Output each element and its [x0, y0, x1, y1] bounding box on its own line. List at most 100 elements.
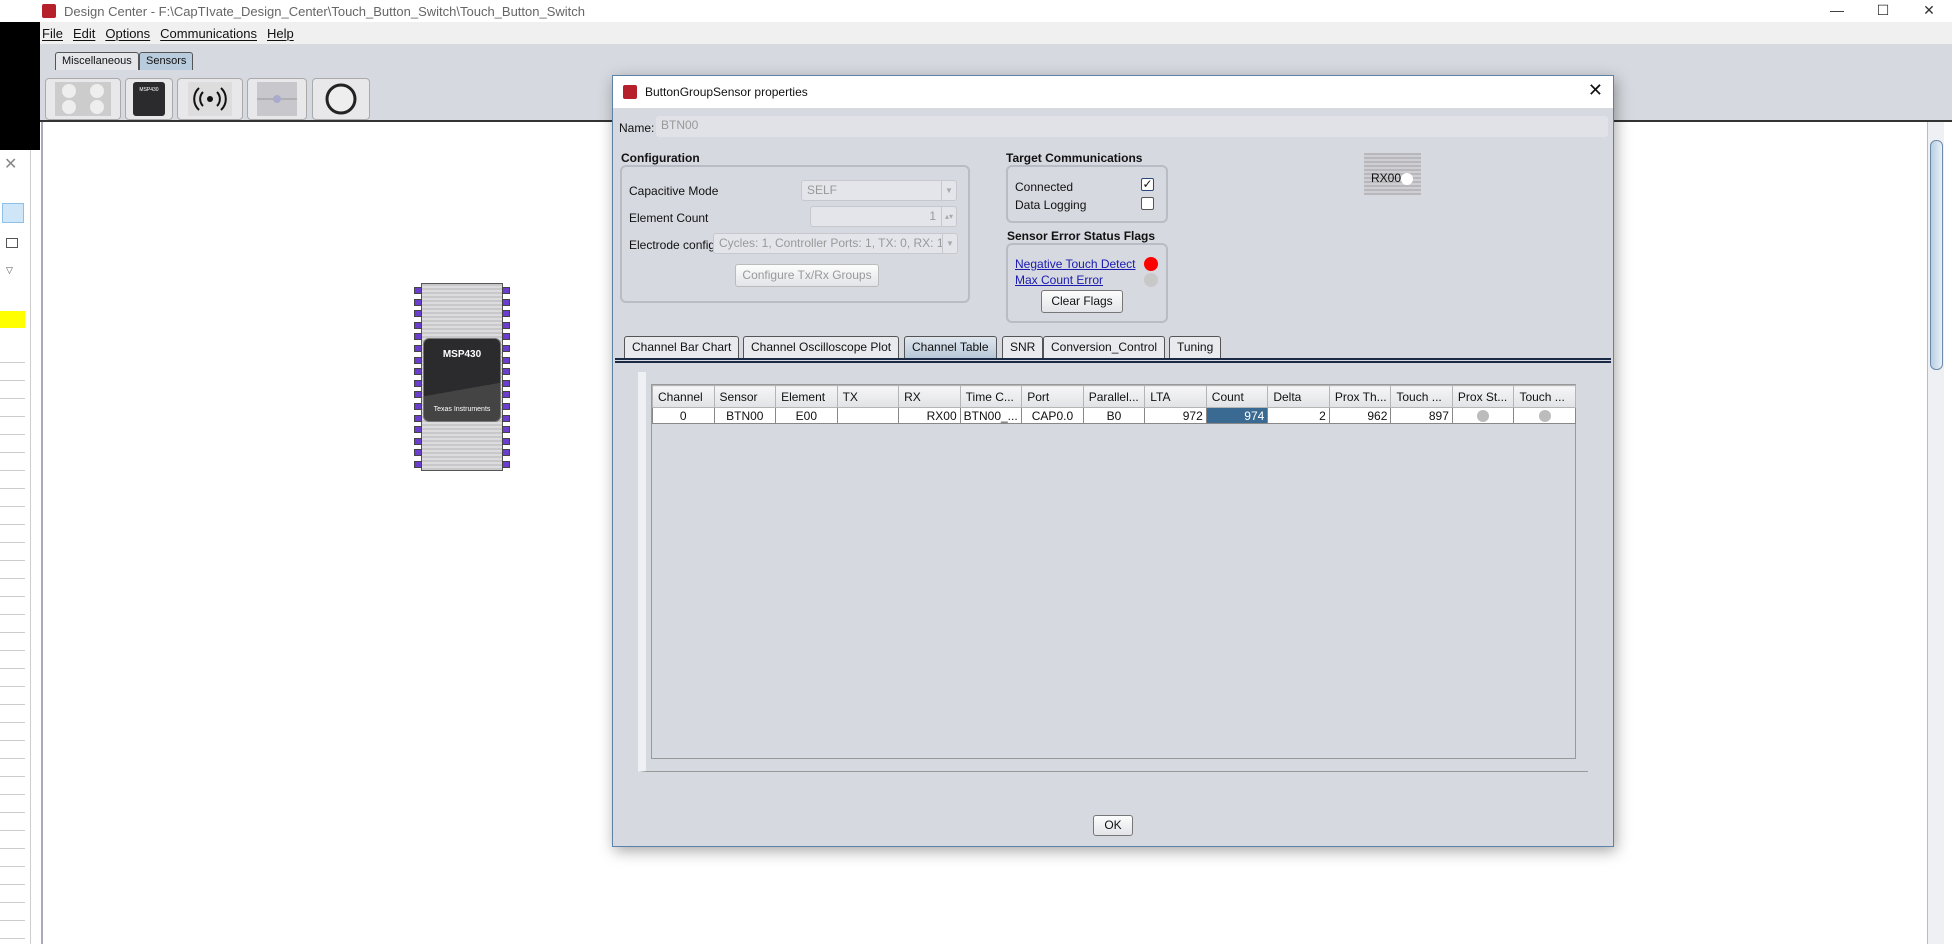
- highlighted-row[interactable]: [0, 311, 25, 328]
- column-header[interactable]: Touch ...: [1390, 385, 1453, 408]
- chip-pin[interactable]: [414, 461, 422, 468]
- chip-pin[interactable]: [502, 333, 510, 341]
- tab-conversion-control[interactable]: Conversion_Control: [1043, 336, 1166, 358]
- cell-parallel[interactable]: B0: [1082, 407, 1146, 424]
- chip-pin[interactable]: [502, 403, 510, 410]
- column-header[interactable]: Sensor: [713, 385, 777, 408]
- palette-tab-sensors[interactable]: Sensors: [139, 52, 194, 70]
- chip-pin[interactable]: [502, 449, 510, 457]
- menu-edit[interactable]: Edit: [73, 26, 95, 41]
- dropdown-icon[interactable]: ▽: [6, 265, 13, 276]
- chip-pin[interactable]: [414, 449, 422, 457]
- spinner-arrows-icon[interactable]: ▴▾: [941, 207, 956, 226]
- cell-sensor[interactable]: BTN00: [713, 407, 777, 424]
- chip-pin[interactable]: [502, 321, 510, 329]
- chip-pin[interactable]: [502, 461, 510, 468]
- cell-count[interactable]: 974: [1205, 407, 1269, 424]
- msp430-chip[interactable]: MSP430 Texas Instruments: [411, 283, 513, 471]
- chip-pin[interactable]: [414, 321, 422, 329]
- chip-pin[interactable]: [502, 368, 510, 376]
- column-header[interactable]: Parallel...: [1082, 385, 1146, 408]
- chip-pin[interactable]: [414, 333, 422, 341]
- cell-channel[interactable]: 0: [652, 407, 715, 424]
- close-button[interactable]: ✕: [1906, 0, 1952, 22]
- menu-file[interactable]: File: [42, 26, 63, 41]
- canvas-scrollbar[interactable]: [1927, 122, 1944, 944]
- button-group-sensor-button[interactable]: [45, 78, 121, 120]
- rx00-widget[interactable]: RX00: [1364, 153, 1421, 195]
- menu-help[interactable]: Help: [267, 26, 294, 41]
- ok-button[interactable]: OK: [1093, 815, 1133, 836]
- column-header[interactable]: Touch ...: [1513, 385, 1576, 408]
- cell-port[interactable]: CAP0.0: [1021, 407, 1084, 424]
- palette-tab-miscellaneous[interactable]: Miscellaneous: [55, 52, 139, 70]
- column-header[interactable]: Prox St...: [1451, 385, 1515, 408]
- tab-channel-bar-chart[interactable]: Channel Bar Chart: [624, 336, 740, 358]
- chip-pin[interactable]: [502, 356, 510, 364]
- chip-pin[interactable]: [414, 345, 422, 352]
- data-logging-checkbox[interactable]: [1141, 197, 1154, 210]
- column-header[interactable]: Element: [775, 385, 838, 408]
- max-count-error-link[interactable]: Max Count Error: [1015, 273, 1103, 287]
- chip-pin[interactable]: [502, 310, 510, 318]
- chip-pin[interactable]: [502, 391, 510, 399]
- column-header[interactable]: Port: [1021, 385, 1084, 408]
- chip-pin[interactable]: [414, 391, 422, 399]
- chip-pin[interactable]: [502, 287, 510, 294]
- chip-pin[interactable]: [414, 287, 422, 294]
- column-header[interactable]: Delta: [1267, 385, 1330, 408]
- panel-close-icon[interactable]: ✕: [4, 154, 17, 174]
- capacitive-mode-select[interactable]: SELF ▼: [801, 180, 957, 201]
- debug-tool-icon[interactable]: [2, 203, 24, 223]
- chip-pin[interactable]: [414, 426, 422, 434]
- chip-pin[interactable]: [414, 368, 422, 376]
- menu-options[interactable]: Options: [105, 26, 150, 41]
- element-count-spinner[interactable]: 1 ▴▾: [810, 206, 957, 227]
- connected-checkbox[interactable]: ✓: [1141, 178, 1154, 191]
- column-header[interactable]: TX: [836, 385, 900, 408]
- chip-pin[interactable]: [414, 414, 422, 422]
- table-row[interactable]: 0 BTN00 E00 RX00 BTN00_... CAP0.0 B0 972 974 2 962…: [652, 407, 1576, 424]
- chip-pin[interactable]: [502, 437, 510, 445]
- chip-pin[interactable]: [414, 403, 422, 410]
- chip-pin[interactable]: [502, 345, 510, 352]
- menu-communications[interactable]: Communications: [160, 26, 257, 41]
- chip-pin[interactable]: [414, 379, 422, 387]
- cell-tx[interactable]: [836, 407, 900, 424]
- tab-channel-table[interactable]: Channel Table: [904, 336, 997, 358]
- chip-pin[interactable]: [414, 356, 422, 364]
- tab-channel-oscilloscope-plot[interactable]: Channel Oscilloscope Plot: [743, 336, 900, 358]
- minimize-button[interactable]: —: [1814, 0, 1860, 22]
- chip-pin[interactable]: [502, 298, 510, 306]
- slider-sensor-button[interactable]: [247, 78, 307, 120]
- configure-txrx-groups-button[interactable]: Configure Tx/Rx Groups: [735, 264, 879, 287]
- scrollbar-thumb[interactable]: [1930, 140, 1943, 370]
- tab-snr[interactable]: SNR: [1002, 336, 1044, 358]
- column-header[interactable]: RX: [898, 385, 961, 408]
- column-header[interactable]: Count: [1205, 385, 1269, 408]
- mcu-button[interactable]: MSP430: [125, 78, 173, 120]
- column-header[interactable]: LTA: [1144, 385, 1207, 408]
- chip-pin[interactable]: [414, 310, 422, 318]
- cell-element[interactable]: E00: [775, 407, 838, 424]
- electrode-config-select[interactable]: Cycles: 1, Controller Ports: 1, TX: 0, R…: [713, 233, 958, 254]
- cell-delta[interactable]: 2: [1267, 407, 1330, 424]
- clear-flags-button[interactable]: Clear Flags: [1041, 290, 1123, 313]
- proximity-sensor-button[interactable]: [177, 78, 243, 120]
- column-header[interactable]: Prox Th...: [1328, 385, 1392, 408]
- maximize-button[interactable]: ☐: [1860, 0, 1906, 22]
- wheel-sensor-button[interactable]: [312, 78, 370, 120]
- chip-pin[interactable]: [414, 437, 422, 445]
- cell-touch-th[interactable]: 897: [1390, 407, 1453, 424]
- chip-pin[interactable]: [502, 426, 510, 434]
- chip-pin[interactable]: [502, 379, 510, 387]
- cell-lta[interactable]: 972: [1144, 407, 1207, 424]
- chip-pin[interactable]: [414, 298, 422, 306]
- cell-prox-th[interactable]: 962: [1328, 407, 1392, 424]
- restore-icon[interactable]: [6, 238, 18, 248]
- tab-tuning[interactable]: Tuning: [1169, 336, 1222, 358]
- column-header[interactable]: Channel: [652, 385, 715, 408]
- name-field[interactable]: BTN00: [656, 116, 1608, 137]
- dialog-close-button[interactable]: ✕: [1588, 80, 1603, 101]
- negative-touch-detect-link[interactable]: Negative Touch Detect: [1015, 257, 1136, 271]
